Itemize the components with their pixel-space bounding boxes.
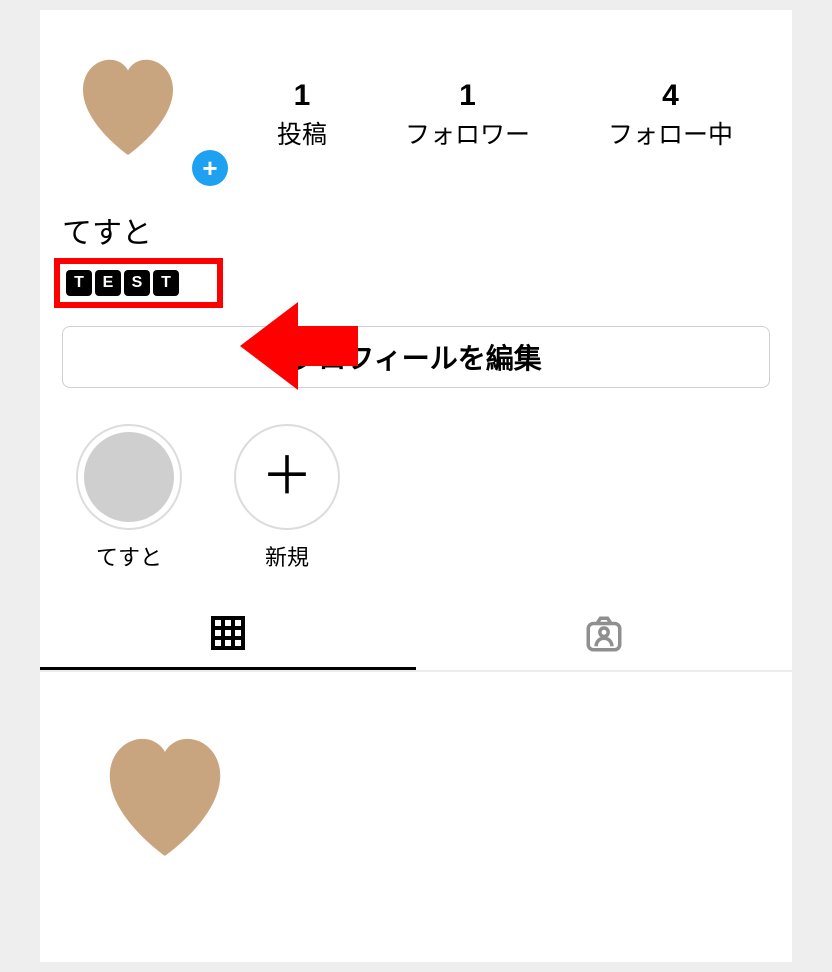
bio-char: S [124, 270, 150, 296]
highlight-new[interactable]: ＋ 新規 [232, 424, 342, 572]
edit-profile-wrap: プロフィールを編集 [40, 308, 792, 388]
bio-char: T [153, 270, 179, 296]
plus-icon: + [202, 155, 217, 181]
bio-char: E [95, 270, 121, 296]
tab-grid[interactable] [40, 598, 416, 670]
post-thumbnail[interactable] [40, 672, 290, 922]
bio-char: T [66, 270, 92, 296]
tagged-icon [583, 613, 625, 655]
story-highlights: てすと ＋ 新規 [40, 388, 792, 592]
grid-icon [208, 613, 248, 653]
heart-icon [90, 727, 240, 867]
highlight-label: てすと [74, 540, 184, 572]
stat-followers[interactable]: 1 フォロワー [405, 79, 530, 151]
highlight-label: 新規 [232, 540, 342, 572]
post-grid [40, 672, 792, 922]
stat-followers-count: 1 [405, 79, 530, 113]
highlight-item[interactable]: てすと [74, 424, 184, 572]
highlight-thumbnail [84, 432, 174, 522]
profile-tabs [40, 598, 792, 672]
profile-header: + 1 投稿 1 フォロワー 4 フォロー中 [40, 10, 792, 190]
highlight-circle [76, 424, 182, 530]
tab-tagged[interactable] [416, 598, 792, 670]
profile-stats: 1 投稿 1 フォロワー 4 フォロー中 [238, 79, 772, 151]
profile-screen: + 1 投稿 1 フォロワー 4 フォロー中 てすと T E S T [40, 10, 792, 962]
profile-name-block: てすと T E S T [40, 190, 792, 308]
stat-posts-label: 投稿 [277, 121, 327, 149]
add-story-badge[interactable]: + [192, 150, 228, 186]
stat-following[interactable]: 4 フォロー中 [608, 79, 733, 151]
stat-following-label: フォロー中 [608, 121, 733, 149]
display-name: てすと [62, 208, 770, 252]
bio-highlight-box: T E S T [54, 258, 223, 308]
highlight-circle: ＋ [234, 424, 340, 530]
stat-posts[interactable]: 1 投稿 [277, 79, 327, 151]
plus-icon: ＋ [261, 451, 313, 503]
stat-following-count: 4 [608, 79, 733, 113]
stat-posts-count: 1 [277, 79, 327, 113]
avatar[interactable]: + [68, 50, 198, 180]
stat-followers-label: フォロワー [405, 121, 530, 149]
heart-icon [68, 50, 198, 160]
edit-profile-button[interactable]: プロフィールを編集 [62, 326, 770, 388]
